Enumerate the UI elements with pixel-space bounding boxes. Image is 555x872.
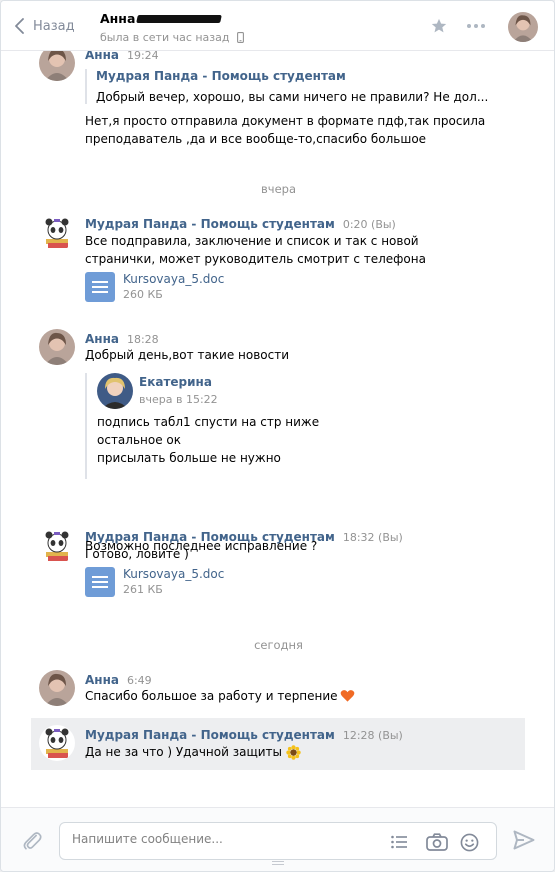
back-label: Назад: [33, 18, 75, 34]
message-line: Готово, ловите ): [85, 547, 189, 561]
message-text: Да не за что ) Удачной защиты: [85, 743, 301, 761]
message-line: странички, может руководитель смотрит с …: [85, 252, 426, 266]
peer-avatar[interactable]: [508, 12, 538, 42]
message: Мудрая Панда - Помощь студентам 0:20 (Вы)…: [31, 213, 525, 313]
send-icon[interactable]: [513, 830, 535, 850]
message-line: Спасибо большое за работу и терпение: [85, 689, 338, 703]
message-time: 18:28: [126, 333, 159, 346]
message-time: 12:28 (Вы): [342, 729, 403, 742]
more-dots-icon[interactable]: [466, 23, 486, 29]
avatar[interactable]: [39, 528, 75, 564]
avatar[interactable]: [39, 329, 75, 365]
chat-header: Назад Анна была в сети час назад: [1, 1, 554, 51]
author-name: Анна: [85, 51, 119, 62]
resize-handle[interactable]: [272, 861, 284, 865]
message-time: 6:49: [126, 674, 152, 687]
paperclip-icon[interactable]: [21, 830, 43, 852]
author-name: Анна: [85, 673, 119, 687]
forward-author[interactable]: Екатерина: [139, 375, 212, 389]
forwarded-message[interactable]: Екатерина вчера в 15:22 подпись табл1 сп…: [85, 373, 345, 479]
author-name: Мудрая Панда - Помощь студентам: [85, 217, 335, 231]
chat-window: Назад Анна была в сети час назад Анна 19:…: [0, 0, 555, 872]
quote-text: Добрый вечер, хорошо, вы сами ничего не …: [96, 90, 489, 104]
redacted-surname: [136, 14, 223, 23]
back-button[interactable]: Назад: [15, 15, 75, 37]
message-input-box[interactable]: [59, 822, 497, 860]
message-author[interactable]: Анна 6:49: [85, 673, 152, 687]
message-text: Нет,я просто отправила документ в формат…: [85, 112, 485, 148]
message-time: 0:20 (Вы): [342, 218, 396, 231]
camera-icon[interactable]: [426, 833, 448, 851]
message-line: преподаватель ,да и все вообще-то,спасиб…: [85, 132, 427, 146]
message-list[interactable]: Анна 19:24 Мудрая Панда - Помощь студента…: [1, 51, 554, 811]
message-highlighted: Мудрая Панда - Помощь студентам 12:28 (Вы…: [31, 718, 525, 770]
message-author[interactable]: Анна 18:28: [85, 332, 159, 346]
avatar[interactable]: [97, 373, 133, 409]
quote-author: Мудрая Панда - Помощь студентам: [96, 69, 346, 83]
message-author[interactable]: Анна 19:24: [85, 51, 159, 62]
message-line: остальное ок: [97, 433, 181, 447]
message-line: Да не за что ) Удачной защиты: [85, 745, 283, 759]
message-text: Все подправила, заключение и список и та…: [85, 232, 426, 268]
message: Анна 6:49 Спасибо большое за работу и тер…: [31, 668, 525, 718]
author-name: Мудрая Панда - Помощь студентам: [85, 530, 335, 544]
message: Анна 19:24 Мудрая Панда - Помощь студента…: [31, 51, 525, 161]
avatar[interactable]: [39, 670, 75, 706]
chevron-left-icon: [15, 18, 24, 34]
peer-status: была в сети час назад: [100, 31, 244, 44]
heart-emoji-icon: [340, 690, 354, 702]
message-text: Добрый день,вот такие новости: [85, 346, 289, 364]
peer-name-text: Анна: [100, 11, 136, 26]
message-text: Готово, ловите ): [85, 545, 189, 563]
date-separator: сегодня: [254, 638, 303, 652]
document-icon: [85, 272, 115, 302]
message-author[interactable]: Мудрая Панда - Помощь студентам 18:32 (Вы…: [85, 530, 403, 544]
message-line: Нет,я просто отправила документ в формат…: [85, 114, 486, 128]
author-name: Анна: [85, 332, 119, 346]
message-line: Все подправила, заключение и список и та…: [85, 234, 419, 248]
document-size: 260 КБ: [123, 288, 163, 301]
smile-icon[interactable]: [460, 833, 479, 852]
forward-time: вчера в 15:22: [139, 393, 218, 406]
forward-text: подпись табл1 спусти на стр ниже остальн…: [97, 413, 319, 467]
message-line: подпись табл1 спусти на стр ниже: [97, 415, 320, 429]
mobile-icon: [236, 32, 244, 43]
reply-quote[interactable]: Мудрая Панда - Помощь студентам Добрый в…: [85, 69, 488, 104]
message-line: присылать больше не нужно: [97, 451, 281, 465]
document-attachment[interactable]: Kursovaya_5.doc 261 КБ: [85, 566, 224, 598]
document-name: Kursovaya_5.doc: [123, 272, 225, 286]
star-icon[interactable]: [430, 17, 448, 35]
document-name: Kursovaya_5.doc: [123, 567, 225, 581]
message-input[interactable]: [72, 832, 372, 846]
document-icon: [85, 567, 115, 597]
message: Анна 18:28 Добрый день,вот такие новости …: [31, 327, 525, 553]
peer-name[interactable]: Анна: [100, 11, 223, 26]
document-attachment[interactable]: Kursovaya_5.doc 260 КБ: [85, 271, 224, 303]
sunflower-emoji-icon: [286, 744, 301, 760]
message-line: Добрый день,вот такие новости: [85, 348, 290, 362]
document-size: 261 КБ: [123, 583, 163, 596]
message-author[interactable]: Мудрая Панда - Помощь студентам 0:20 (Вы): [85, 217, 396, 231]
author-name: Мудрая Панда - Помощь студентам: [85, 728, 335, 742]
message-text: Спасибо большое за работу и терпение: [85, 687, 355, 705]
avatar[interactable]: [39, 51, 75, 81]
avatar[interactable]: [39, 215, 75, 251]
avatar[interactable]: [39, 725, 75, 761]
date-separator: вчера: [261, 182, 296, 196]
peer-status-text: была в сети час назад: [100, 31, 230, 44]
list-icon[interactable]: [390, 833, 408, 851]
message-time: 19:24: [126, 51, 159, 62]
message-time: 18:32 (Вы): [342, 531, 403, 544]
message: Мудрая Панда - Помощь студентам 18:32 (Вы…: [31, 526, 525, 606]
message-author[interactable]: Мудрая Панда - Помощь студентам 12:28 (Вы…: [85, 728, 403, 742]
